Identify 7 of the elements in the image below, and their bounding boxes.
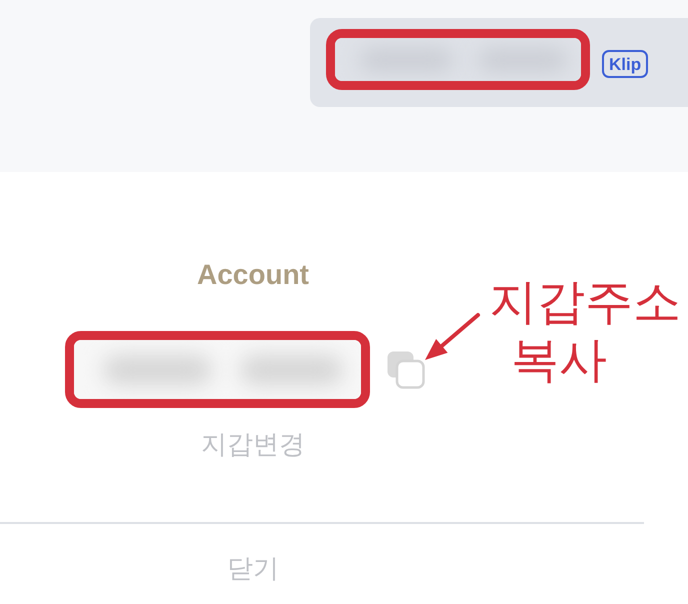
close-button[interactable]: 닫기 <box>227 548 279 588</box>
account-title: Account <box>197 258 309 292</box>
annotation-label: 지갑주소 복사 <box>489 275 681 389</box>
copy-icon[interactable] <box>387 350 425 388</box>
logo-badge: Klip <box>602 50 648 78</box>
change-wallet-link[interactable]: 지갑변경 <box>201 428 305 460</box>
annotation-arrow <box>425 313 480 360</box>
